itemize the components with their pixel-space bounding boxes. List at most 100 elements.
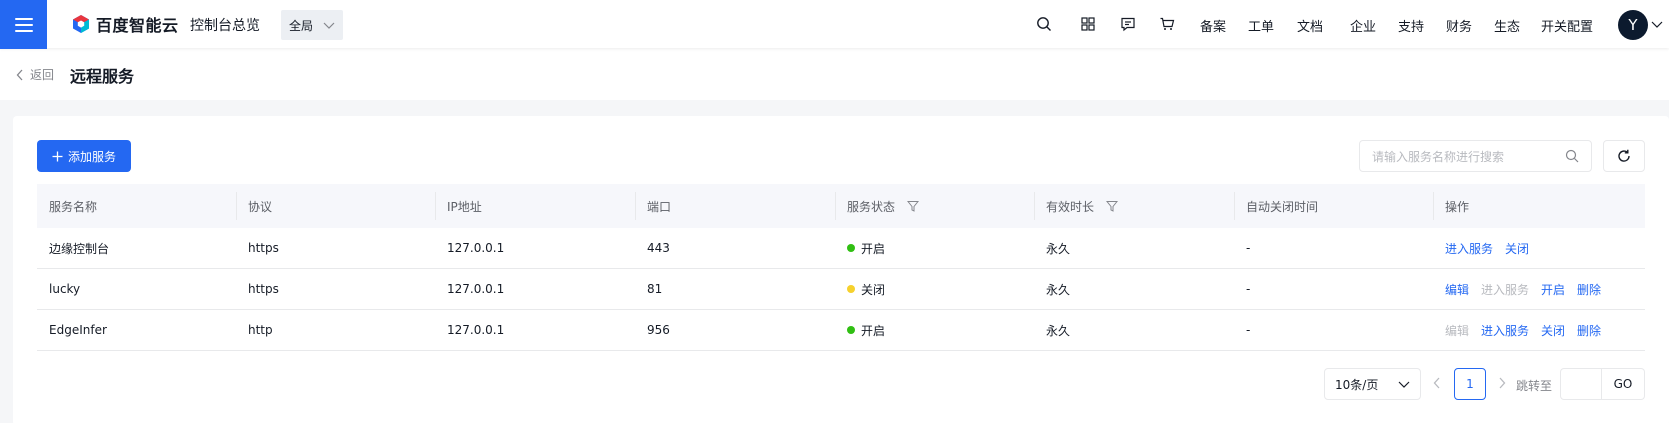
cell-status: 关闭 [835, 269, 1034, 309]
cell-duration: 永久 [1046, 282, 1071, 297]
column-header-status: 服务状态 [835, 184, 1034, 228]
region-select-value: 全局 [289, 18, 314, 33]
console-overview-link[interactable]: 控制台总览 [190, 15, 260, 35]
brand-logo[interactable]: 百度智能云 [71, 13, 179, 35]
add-service-button[interactable]: 添加服务 [37, 140, 131, 172]
nav-link-ecosystem[interactable]: 生态 [1494, 16, 1520, 35]
page-size-value: 10条/页 [1335, 377, 1379, 392]
column-header-auto-close: 自动关闭时间 [1234, 184, 1433, 228]
cell-port: 956 [647, 323, 670, 337]
delete-service-link[interactable]: 删除 [1577, 281, 1601, 298]
logo-icon [73, 15, 89, 33]
column-header-actions: 操作 [1433, 184, 1645, 228]
column-header-duration: 有效时长 [1034, 184, 1234, 228]
enter-service-link[interactable]: 进入服务 [1481, 322, 1529, 339]
refresh-button[interactable] [1603, 140, 1645, 172]
table-row: lucky https 127.0.0.1 81 关闭 永久 - 编辑 进入服务… [37, 269, 1645, 310]
avatar[interactable]: Y [1618, 10, 1648, 40]
avatar-letter: Y [1628, 16, 1638, 34]
nav-link-finance[interactable]: 财务 [1446, 16, 1472, 35]
cell-actions: 进入服务 关闭 [1433, 228, 1645, 268]
status-text: 开启 [861, 323, 886, 338]
chevron-right-icon[interactable] [1498, 377, 1506, 389]
plus-icon [52, 151, 63, 161]
back-label: 返回 [30, 68, 55, 82]
message-icon[interactable] [1119, 15, 1137, 33]
column-header-label: 端口 [647, 199, 672, 214]
status-dot [847, 326, 855, 334]
chevron-down-icon[interactable] [1651, 20, 1663, 30]
jump-page-input[interactable] [1560, 368, 1602, 400]
nav-link-docs[interactable]: 文档 [1297, 16, 1323, 35]
jump-to-label: 跳转至 [1516, 379, 1553, 393]
status-text: 关闭 [861, 282, 886, 297]
cell-status: 开启 [835, 310, 1034, 350]
go-button[interactable]: GO [1602, 368, 1645, 400]
chevron-left-icon [16, 69, 23, 80]
nav-link-switch-config[interactable]: 开关配置 [1541, 16, 1593, 35]
close-service-link[interactable]: 关闭 [1541, 322, 1565, 339]
enter-service-link: 进入服务 [1481, 282, 1530, 297]
cell-status: 开启 [835, 228, 1034, 268]
column-header-label: 操作 [1445, 199, 1470, 214]
table-header: 服务名称 协议 IP地址 端口 服务状态 有效时长 自动关闭时间 操作 [37, 184, 1645, 228]
column-header-label: IP地址 [447, 199, 482, 214]
column-header-label: 有效时长 [1046, 199, 1095, 214]
page-size-select[interactable]: 10条/页 [1324, 368, 1421, 400]
cart-icon[interactable] [1158, 15, 1176, 33]
page-title: 远程服务 [70, 67, 135, 86]
search-icon[interactable] [1035, 15, 1053, 33]
edit-service-link: 编辑 [1445, 323, 1470, 338]
cell-ip: 127.0.0.1 [447, 241, 505, 255]
column-header-label: 协议 [248, 199, 273, 214]
nav-link-support[interactable]: 支持 [1398, 16, 1424, 35]
status-text: 开启 [861, 241, 886, 256]
menu-toggle-button[interactable] [0, 0, 47, 49]
cell-name: 边缘控制台 [49, 241, 110, 256]
search-icon[interactable] [1565, 149, 1579, 163]
page-number-button[interactable]: 1 [1454, 368, 1486, 400]
cell-protocol: https [248, 241, 279, 255]
open-service-link[interactable]: 开启 [1541, 281, 1565, 298]
cell-name: EdgeInfer [49, 323, 107, 337]
cell-protocol: https [248, 282, 279, 296]
search-placeholder: 请输入服务名称进行搜索 [1372, 149, 1505, 164]
column-header-protocol: 协议 [236, 184, 435, 228]
back-button[interactable]: 返回 [16, 66, 54, 83]
nav-link-beian[interactable]: 备案 [1200, 16, 1226, 35]
region-select[interactable]: 全局 [281, 10, 343, 40]
delete-service-link[interactable]: 删除 [1577, 322, 1601, 339]
hamburger-icon [14, 17, 33, 32]
filter-icon[interactable] [1106, 200, 1119, 212]
nav-link-ticket[interactable]: 工单 [1248, 16, 1274, 35]
column-header-name: 服务名称 [37, 184, 236, 228]
table-row: 边缘控制台 https 127.0.0.1 443 开启 永久 - 进入服务 关… [37, 228, 1645, 269]
cell-name: lucky [49, 282, 81, 296]
search-input[interactable]: 请输入服务名称进行搜索 [1359, 140, 1592, 172]
apps-grid-icon[interactable] [1079, 15, 1097, 33]
cell-actions: 编辑 进入服务 关闭 删除 [1433, 310, 1645, 350]
column-header-label: 服务状态 [847, 199, 896, 214]
top-nav-bar: 百度智能云 控制台总览 全局 备案 工单 文档 企业 支持 财务 生态 开关配置… [0, 0, 1669, 49]
service-table: 服务名称 协议 IP地址 端口 服务状态 有效时长 自动关闭时间 操作 边缘控制… [37, 184, 1645, 351]
cell-duration: 永久 [1046, 241, 1071, 256]
page-header: 返回 远程服务 [0, 48, 1669, 100]
cell-auto-close: - [1246, 241, 1251, 255]
status-dot [847, 244, 855, 252]
cell-auto-close: - [1246, 323, 1251, 337]
cell-protocol: http [248, 323, 273, 337]
close-service-link[interactable]: 关闭 [1505, 240, 1529, 257]
chevron-down-icon [1398, 381, 1410, 388]
cell-port: 443 [647, 241, 670, 255]
nav-link-enterprise[interactable]: 企业 [1350, 16, 1376, 35]
chevron-down-icon [323, 22, 335, 29]
edit-service-link[interactable]: 编辑 [1445, 281, 1469, 298]
cell-port: 81 [647, 282, 663, 296]
add-service-label: 添加服务 [67, 149, 116, 164]
enter-service-link[interactable]: 进入服务 [1445, 240, 1493, 257]
chevron-left-icon[interactable] [1433, 377, 1441, 389]
logo-text: 百度智能云 [96, 16, 179, 35]
filter-icon[interactable] [907, 200, 920, 212]
cell-actions: 编辑 进入服务 开启 删除 [1433, 269, 1645, 309]
cell-ip: 127.0.0.1 [447, 282, 505, 296]
